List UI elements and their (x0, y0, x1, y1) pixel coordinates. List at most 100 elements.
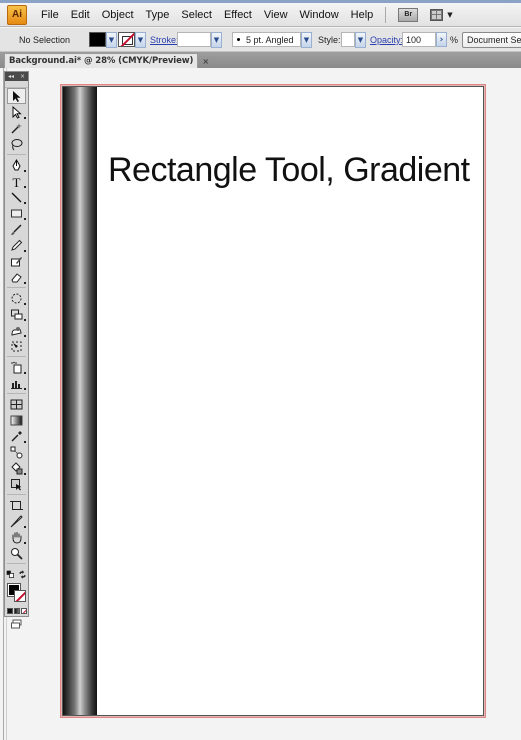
document-tab[interactable]: Background.ai* @ 28% (CMYK/Preview) × (4, 53, 209, 68)
flyout-indicator (24, 441, 26, 443)
opacity-input[interactable]: 100 (402, 32, 436, 47)
stroke-color-box[interactable] (14, 590, 26, 602)
flyout-indicator (24, 282, 26, 284)
tools-panel-grip[interactable] (5, 81, 28, 88)
magic-wand-tool[interactable] (5, 120, 28, 136)
close-icon[interactable]: × (20, 73, 25, 80)
document-tab-title[interactable]: Background.ai* @ 28% (CMYK/Preview) (9, 56, 193, 66)
fill-stroke-proxy[interactable] (5, 582, 28, 606)
none-mode-button[interactable] (21, 608, 27, 614)
slice-tool[interactable] (5, 513, 28, 529)
mesh-tool[interactable] (5, 396, 28, 412)
stroke-swatch-none[interactable] (118, 32, 135, 47)
screen-mode-button[interactable] (5, 616, 28, 632)
warp-tool[interactable] (5, 322, 28, 338)
magnifier-icon (11, 547, 23, 560)
artboard-headline-text[interactable]: Rectangle Tool, Gradient (108, 151, 470, 190)
menu-edit[interactable]: Edit (65, 9, 96, 21)
type-tool[interactable]: T (5, 173, 28, 189)
pencil-tool[interactable] (5, 237, 28, 253)
opacity-panel-link[interactable]: Opacity: (370, 35, 403, 45)
chevron-down-icon[interactable]: ▼ (355, 32, 366, 48)
menu-bar: Ai File Edit Object Type Select Effect V… (0, 3, 521, 27)
magic-wand-icon (11, 122, 22, 134)
menu-select[interactable]: Select (175, 9, 218, 21)
rectangle-tool[interactable] (5, 205, 28, 221)
document-tab-bar: Background.ai* @ 28% (CMYK/Preview) × (0, 52, 521, 68)
style-label: Style: (318, 35, 341, 45)
brush-definition-dropdown[interactable]: 5 pt. Angled ▼ (232, 32, 312, 48)
rotate-icon (11, 293, 22, 303)
chevron-down-icon[interactable]: ▼ (135, 32, 146, 48)
menu-file[interactable]: File (35, 9, 65, 21)
gradient-rectangle[interactable] (63, 87, 97, 715)
chevron-down-icon[interactable]: ▼ (211, 32, 222, 48)
gradient-tool[interactable] (5, 412, 28, 428)
lasso-icon (11, 138, 23, 150)
color-mode-button[interactable] (7, 608, 13, 614)
stroke-panel-link[interactable]: Stroke: (150, 35, 179, 45)
stroke-weight-field[interactable]: ▼ (177, 32, 222, 48)
flyout-indicator (24, 218, 26, 220)
live-paint-selection-tool[interactable] (5, 476, 28, 492)
tools-panel-header[interactable]: ◂◂ × (5, 72, 28, 81)
pen-tool[interactable] (5, 157, 28, 173)
stroke-color-picker[interactable]: ▼ (118, 32, 146, 48)
go-to-bridge-button[interactable]: Br (398, 7, 419, 22)
stroke-weight-input[interactable] (177, 32, 211, 47)
menu-effect[interactable]: Effect (218, 9, 258, 21)
chevron-down-icon[interactable]: ▼ (301, 32, 312, 48)
flyout-indicator (24, 117, 26, 119)
flyout-indicator (24, 335, 26, 337)
opacity-field[interactable]: 100 › % (402, 32, 458, 47)
artboard[interactable]: Rectangle Tool, Gradient (62, 86, 484, 716)
graphic-style-dropdown[interactable]: ▼ (341, 32, 366, 48)
rotate-tool[interactable] (5, 290, 28, 306)
arrow-icon (13, 90, 21, 102)
symbol-sprayer-tool[interactable] (5, 359, 28, 375)
toolbox-divider (7, 393, 26, 394)
live-paint-bucket-tool[interactable] (5, 460, 28, 476)
selection-status: No Selection (19, 35, 71, 45)
blob-brush-tool[interactable] (5, 253, 28, 269)
document-setup-button[interactable]: Document Setup (462, 32, 521, 48)
line-segment-tool[interactable] (5, 189, 28, 205)
toolbox-divider (7, 287, 26, 288)
blend-tool[interactable] (5, 444, 28, 460)
gradient-mode-button[interactable] (14, 608, 20, 614)
menu-help[interactable]: Help (345, 9, 380, 21)
collapse-icon[interactable]: ◂◂ (8, 73, 14, 80)
free-transform-tool[interactable] (5, 338, 28, 354)
paintbrush-tool[interactable] (5, 221, 28, 237)
eraser-tool[interactable] (5, 269, 28, 285)
chevron-right-icon[interactable]: › (436, 32, 447, 47)
menu-view[interactable]: View (258, 9, 294, 21)
fill-color-picker[interactable]: ▼ (89, 32, 117, 48)
flyout-indicator (24, 542, 26, 544)
graphic-style-swatch[interactable] (341, 32, 355, 47)
default-colors-icon[interactable] (6, 570, 15, 579)
chevron-down-icon[interactable]: ▼ (106, 32, 117, 48)
zoom-tool[interactable] (5, 545, 28, 561)
eyedropper-tool[interactable] (5, 428, 28, 444)
flyout-indicator (24, 186, 26, 188)
menu-window[interactable]: Window (294, 9, 345, 21)
scale-tool[interactable] (5, 306, 28, 322)
fill-swatch[interactable] (89, 32, 106, 47)
menu-type[interactable]: Type (140, 9, 176, 21)
direct-selection-tool[interactable] (5, 104, 28, 120)
close-icon[interactable]: × (202, 57, 209, 66)
column-graph-tool[interactable] (5, 375, 28, 391)
selection-tool[interactable] (7, 88, 26, 104)
crop-area-tool[interactable] (5, 497, 28, 513)
brush-definition-value[interactable]: 5 pt. Angled (232, 32, 301, 47)
flyout-indicator (24, 250, 26, 252)
menu-object[interactable]: Object (96, 9, 140, 21)
flyout-indicator (24, 388, 26, 390)
hand-tool[interactable] (5, 529, 28, 545)
eyedropper-icon (11, 430, 22, 442)
lasso-tool[interactable] (5, 136, 28, 152)
arrange-documents-button[interactable]: ▼ (430, 8, 453, 21)
pencil-icon (11, 239, 23, 251)
swap-arrows-icon[interactable] (18, 569, 27, 579)
